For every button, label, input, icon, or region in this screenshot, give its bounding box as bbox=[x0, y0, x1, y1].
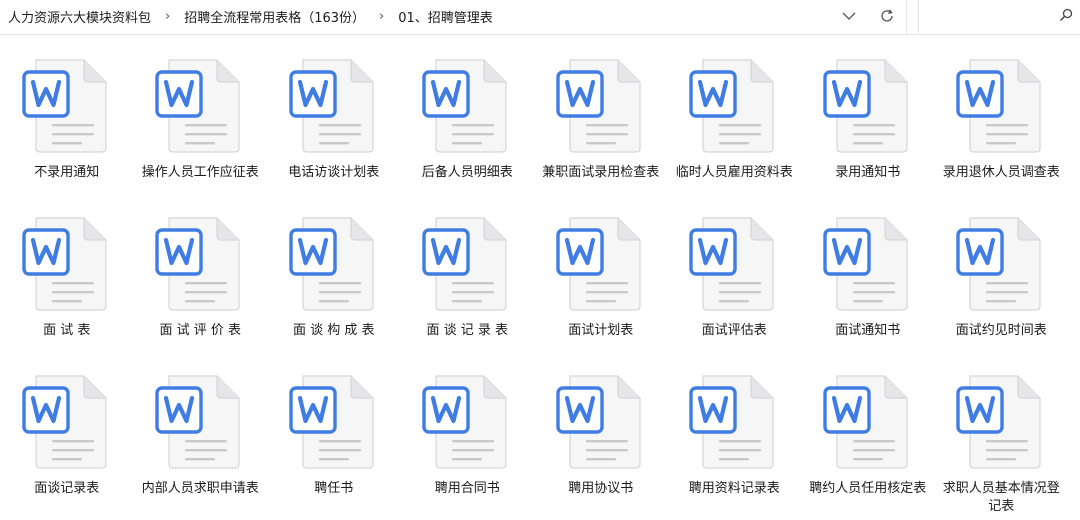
breadcrumb-separator[interactable]: › bbox=[379, 9, 384, 24]
word-doc-icon bbox=[22, 375, 107, 469]
word-doc-icon bbox=[956, 217, 1041, 311]
word-doc-icon bbox=[155, 217, 240, 311]
file-item[interactable]: 面 谈 记 录 表 bbox=[401, 204, 535, 362]
file-item[interactable]: 聘任书 bbox=[267, 362, 401, 520]
breadcrumb-item-root[interactable]: 人力资源六大模块资料包 bbox=[6, 7, 153, 26]
file-name: 兼职面试录用检查表 bbox=[542, 165, 660, 180]
file-name: 面试评估表 bbox=[701, 323, 767, 338]
file-name: 录用通知书 bbox=[835, 165, 901, 180]
search-icon[interactable] bbox=[1059, 8, 1073, 22]
refresh-button[interactable] bbox=[874, 4, 900, 28]
file-name: 聘任书 bbox=[314, 481, 354, 496]
word-doc-icon bbox=[689, 59, 774, 153]
file-name: 电话访谈计划表 bbox=[288, 165, 380, 180]
word-doc-icon bbox=[956, 59, 1041, 153]
word-doc-icon bbox=[556, 375, 641, 469]
address-bar: 人力资源六大模块资料包 › 招聘全流程常用表格（163份） › 01、招聘管理表 bbox=[0, 0, 1080, 35]
word-doc-icon bbox=[155, 375, 240, 469]
file-item[interactable]: 聘约人员任用核定表 bbox=[801, 362, 935, 520]
word-doc-icon bbox=[22, 217, 107, 311]
file-item[interactable]: 聘用合同书 bbox=[401, 362, 535, 520]
word-doc-icon bbox=[689, 375, 774, 469]
word-doc-icon bbox=[289, 375, 374, 469]
file-item[interactable]: 不录用通知 bbox=[0, 46, 134, 204]
breadcrumb: 人力资源六大模块资料包 › 招聘全流程常用表格（163份） › 01、招聘管理表 bbox=[6, 0, 495, 32]
file-item[interactable]: 面谈记录表 bbox=[0, 362, 134, 520]
word-doc-icon bbox=[556, 217, 641, 311]
file-name: 聘约人员任用核定表 bbox=[809, 481, 927, 496]
breadcrumb-item-parent[interactable]: 招聘全流程常用表格（163份） bbox=[182, 7, 367, 26]
file-name: 操作人员工作应征表 bbox=[141, 165, 259, 180]
word-doc-icon bbox=[556, 59, 641, 153]
word-doc-icon bbox=[422, 375, 507, 469]
word-doc-icon bbox=[289, 59, 374, 153]
file-name: 录用退休人员调查表 bbox=[942, 165, 1060, 180]
file-item[interactable]: 临时人员雇用资料表 bbox=[668, 46, 802, 204]
search-input[interactable] bbox=[927, 0, 1051, 32]
file-name: 面试计划表 bbox=[568, 323, 634, 338]
file-item[interactable]: 聘用协议书 bbox=[534, 362, 668, 520]
word-doc-icon bbox=[689, 217, 774, 311]
file-name: 面 试 表 bbox=[43, 323, 91, 338]
file-name: 聘用合同书 bbox=[434, 481, 500, 496]
word-doc-icon bbox=[823, 59, 908, 153]
word-doc-icon bbox=[289, 217, 374, 311]
breadcrumb-item-current[interactable]: 01、招聘管理表 bbox=[396, 7, 495, 26]
file-name: 不录用通知 bbox=[34, 165, 100, 180]
file-item[interactable]: 电话访谈计划表 bbox=[267, 46, 401, 204]
file-item[interactable]: 面 试 表 bbox=[0, 204, 134, 362]
word-doc-icon bbox=[422, 59, 507, 153]
file-name: 求职人员基本情况登记表 bbox=[942, 481, 1060, 514]
word-doc-icon bbox=[956, 375, 1041, 469]
file-name: 面 谈 记 录 表 bbox=[426, 323, 509, 338]
breadcrumb-separator[interactable]: › bbox=[165, 9, 170, 24]
file-item[interactable]: 录用通知书 bbox=[801, 46, 935, 204]
file-name: 临时人员雇用资料表 bbox=[675, 165, 793, 180]
file-item[interactable]: 兼职面试录用检查表 bbox=[534, 46, 668, 204]
word-doc-icon bbox=[422, 217, 507, 311]
file-name: 聘用协议书 bbox=[568, 481, 634, 496]
file-name: 面谈记录表 bbox=[34, 481, 100, 496]
history-dropdown-button[interactable] bbox=[836, 4, 862, 28]
file-item[interactable]: 求职人员基本情况登记表 bbox=[935, 362, 1069, 520]
word-doc-icon bbox=[823, 217, 908, 311]
file-item[interactable]: 面 试 评 价 表 bbox=[134, 204, 268, 362]
divider bbox=[906, 0, 907, 34]
file-item[interactable]: 内部人员求职申请表 bbox=[134, 362, 268, 520]
file-name: 内部人员求职申请表 bbox=[141, 481, 259, 496]
word-doc-icon bbox=[823, 375, 908, 469]
file-item[interactable]: 面试评估表 bbox=[668, 204, 802, 362]
file-item[interactable]: 面试通知书 bbox=[801, 204, 935, 362]
word-doc-icon bbox=[155, 59, 240, 153]
search-box[interactable] bbox=[918, 0, 1080, 33]
file-item[interactable]: 面试约见时间表 bbox=[935, 204, 1069, 362]
refresh-icon bbox=[881, 9, 893, 22]
chevron-down-icon bbox=[842, 12, 856, 20]
file-name: 面 谈 构 成 表 bbox=[292, 323, 375, 338]
file-name: 面试通知书 bbox=[835, 323, 901, 338]
file-item[interactable]: 后备人员明细表 bbox=[401, 46, 535, 204]
file-name: 面 试 评 价 表 bbox=[159, 323, 242, 338]
file-grid: 不录用通知 操作人员工作应征表 电话访谈计划表 后备人员明细表 兼职面试录用检查… bbox=[0, 46, 1080, 520]
file-name: 聘用资料记录表 bbox=[688, 481, 780, 496]
word-doc-icon bbox=[22, 59, 107, 153]
file-name: 后备人员明细表 bbox=[421, 165, 513, 180]
file-item[interactable]: 面 谈 构 成 表 bbox=[267, 204, 401, 362]
file-item[interactable]: 操作人员工作应征表 bbox=[134, 46, 268, 204]
file-item[interactable]: 聘用资料记录表 bbox=[668, 362, 802, 520]
file-item[interactable]: 录用退休人员调查表 bbox=[935, 46, 1069, 204]
file-name: 面试约见时间表 bbox=[955, 323, 1047, 338]
file-item[interactable]: 面试计划表 bbox=[534, 204, 668, 362]
